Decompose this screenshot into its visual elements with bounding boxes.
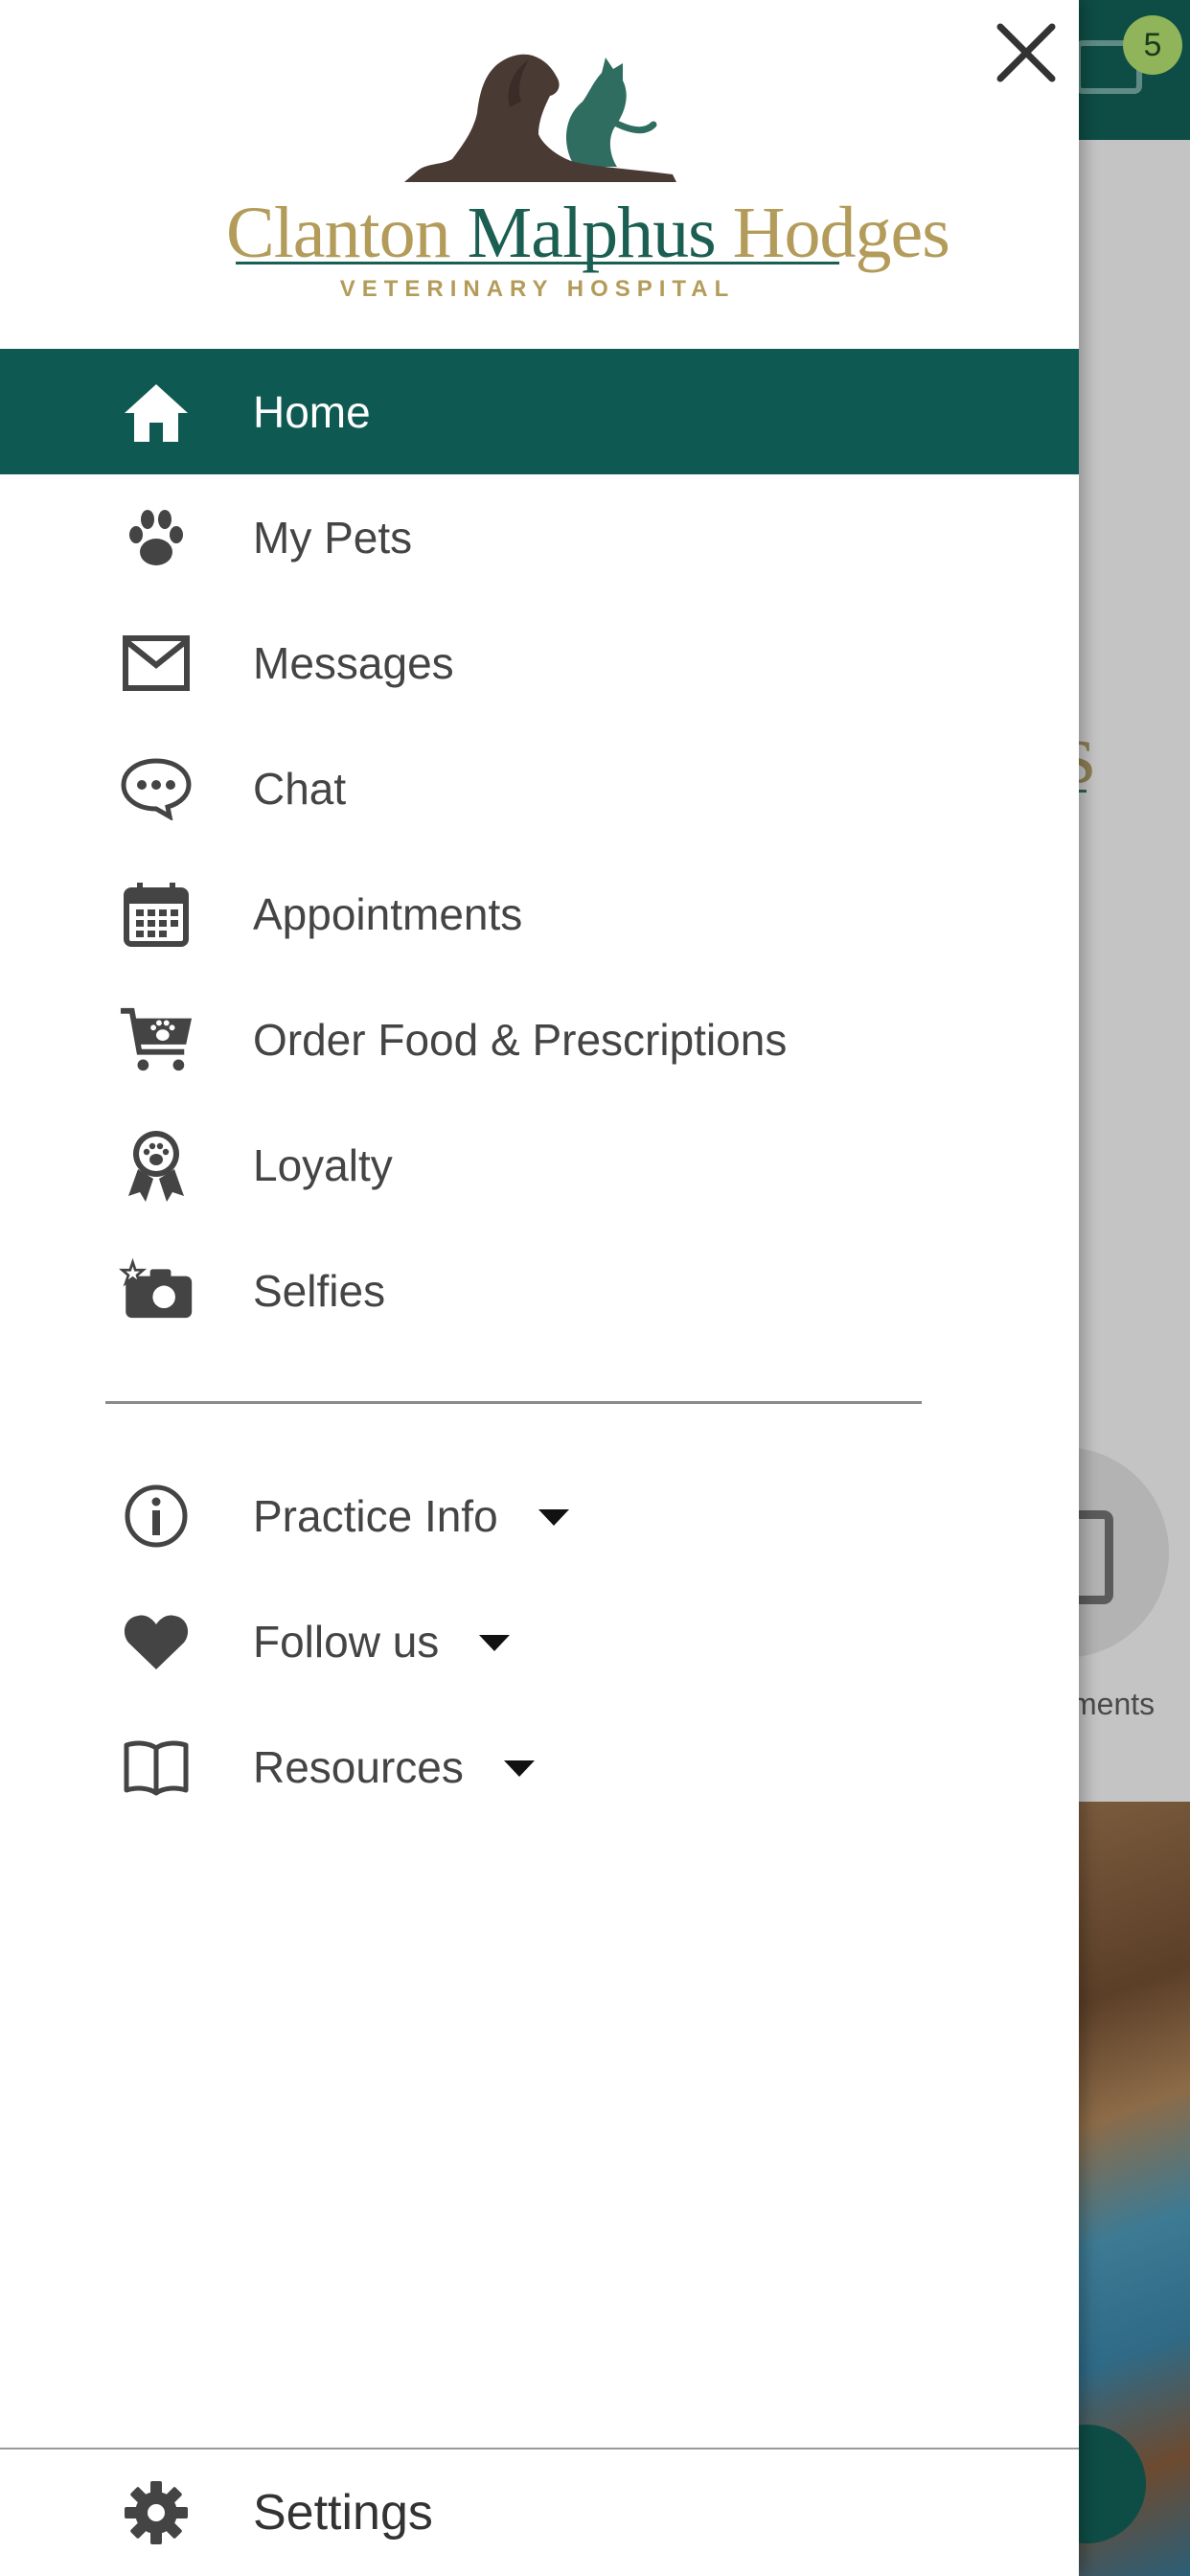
menu-item-label: Messages (253, 637, 454, 688)
logo-divider (236, 262, 839, 264)
cart-icon (119, 1002, 194, 1077)
dog-and-cat-logo-icon (404, 54, 676, 183)
menu-item-label: Chat (253, 763, 347, 814)
camera-icon (119, 1254, 194, 1328)
appointments-shortcut-label: ments (1071, 1687, 1156, 1721)
unread-badge: 5 (1123, 15, 1182, 75)
menu-item-loyalty[interactable]: Loyalty (0, 1102, 1079, 1228)
menu-item-chat[interactable]: Chat (0, 725, 1079, 851)
hospital-logo: Clanton Malphus Hodges VETERINARY HOSPIT… (226, 38, 950, 316)
menu-item-resources[interactable]: Resources (0, 1704, 1079, 1829)
menu-item-follow-us[interactable]: Follow us (0, 1578, 1079, 1704)
menu-item-text: Resources (253, 1741, 464, 1792)
menu-item-label: Resources (253, 1741, 535, 1793)
paw-icon (119, 500, 194, 575)
dropdown-caret-icon (538, 1508, 569, 1526)
menu-item-text: Follow us (253, 1616, 440, 1667)
dropdown-caret-icon (503, 1760, 535, 1777)
menu-item-label: Practice Info (253, 1490, 569, 1542)
gear-icon (119, 2475, 194, 2550)
close-drawer-button[interactable] (993, 19, 1060, 86)
menu-item-text: Practice Info (253, 1490, 498, 1541)
hospital-subtitle: VETERINARY HOSPITAL (339, 276, 736, 302)
menu-item-label: Loyalty (253, 1139, 393, 1190)
menu-item-label: Home (253, 386, 371, 437)
heart-icon (119, 1604, 194, 1679)
menu-item-label: Selfies (253, 1265, 386, 1316)
menu-item-my-pets[interactable]: My Pets (0, 474, 1079, 600)
menu-item-home[interactable]: Home (0, 349, 1079, 474)
secondary-menu: Practice Info Follow us Resources (0, 1453, 1079, 1829)
menu-item-label: My Pets (253, 512, 413, 563)
menu-item-messages[interactable]: Messages (0, 600, 1079, 725)
book-icon (119, 1730, 194, 1805)
home-icon (119, 375, 194, 449)
navigation-drawer: Clanton Malphus Hodges VETERINARY HOSPIT… (0, 0, 1079, 2576)
menu-item-label: Appointments (253, 888, 523, 939)
settings-label: Settings (253, 2485, 433, 2541)
primary-menu: Home My Pets Messages Chat Appointments … (0, 349, 1079, 1353)
envelope-icon (119, 626, 194, 701)
menu-divider (105, 1401, 922, 1404)
menu-item-order-food[interactable]: Order Food & Prescriptions (0, 977, 1079, 1102)
menu-item-label: Follow us (253, 1616, 511, 1668)
close-icon (996, 23, 1056, 82)
calendar-icon (119, 877, 194, 952)
info-icon (119, 1479, 194, 1553)
chat-bubble-icon (119, 751, 194, 826)
award-ribbon-icon (119, 1128, 194, 1203)
menu-item-appointments[interactable]: Appointments (0, 851, 1079, 977)
menu-item-label: Order Food & Prescriptions (253, 1014, 788, 1065)
dropdown-caret-icon (479, 1634, 511, 1651)
menu-item-selfies[interactable]: Selfies (0, 1228, 1079, 1353)
menu-item-practice-info[interactable]: Practice Info (0, 1453, 1079, 1578)
settings-button[interactable]: Settings (0, 2450, 1079, 2576)
